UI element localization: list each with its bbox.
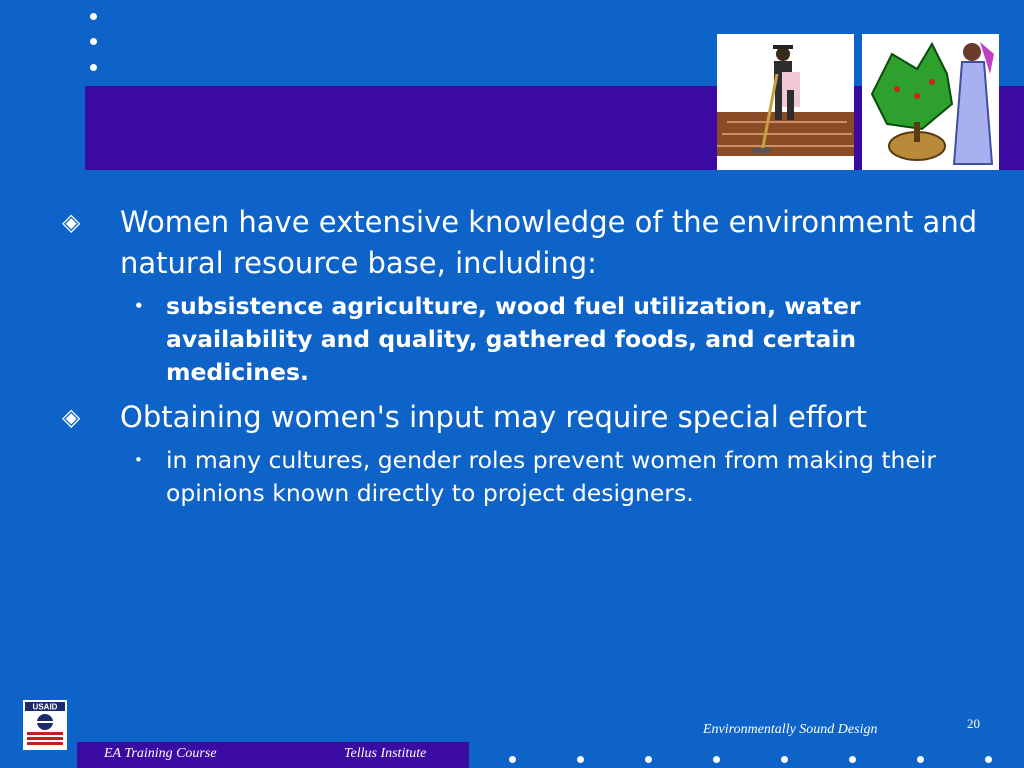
organization-label: Tellus Institute [344, 746, 427, 761]
bullet-2: ◈ Obtaining women's input may require sp… [62, 397, 992, 438]
farmer-clipart-icon [717, 34, 854, 170]
decor-dot [577, 756, 584, 763]
bullet-1: ◈ Women have extensive knowledge of the … [62, 202, 992, 284]
footer-title: Environmentally Sound Design [703, 722, 878, 737]
page-number: 20 [967, 716, 980, 731]
sub-bullet-icon: • [134, 297, 144, 315]
footer-band: EA Training Course Tellus Institute [77, 742, 469, 768]
fruit-gatherer-clipart-icon [862, 34, 999, 170]
diamond-bullet-icon: ◈ [62, 208, 81, 236]
decor-dot [849, 756, 856, 763]
bullet-2-text: Obtaining women's input may require spec… [120, 400, 867, 434]
slide-content: ◈ Women have extensive knowledge of the … [62, 202, 992, 518]
decor-dot [917, 756, 924, 763]
diamond-bullet-icon: ◈ [62, 403, 81, 431]
decor-dot [985, 756, 992, 763]
sub-bullet-icon: • [134, 451, 143, 469]
decor-dot [90, 64, 97, 71]
sub-bullet-2: • in many cultures, gender roles prevent… [120, 444, 992, 510]
sub-bullet-1-text: subsistence agriculture, wood fuel utili… [166, 292, 861, 386]
decor-dot [713, 756, 720, 763]
usaid-logo-icon: USAID [23, 700, 67, 750]
decor-dot [781, 756, 788, 763]
decor-dot [645, 756, 652, 763]
sub-bullet-2-text: in many cultures, gender roles prevent w… [166, 446, 937, 507]
course-label: EA Training Course [104, 746, 217, 761]
bullet-1-text: Women have extensive knowledge of the en… [120, 205, 978, 280]
decor-dot [90, 38, 97, 45]
usaid-logo-text: USAID [33, 703, 58, 712]
decor-dot [90, 13, 97, 20]
sub-bullet-1: • subsistence agriculture, wood fuel uti… [120, 290, 992, 389]
decor-dot [509, 756, 516, 763]
